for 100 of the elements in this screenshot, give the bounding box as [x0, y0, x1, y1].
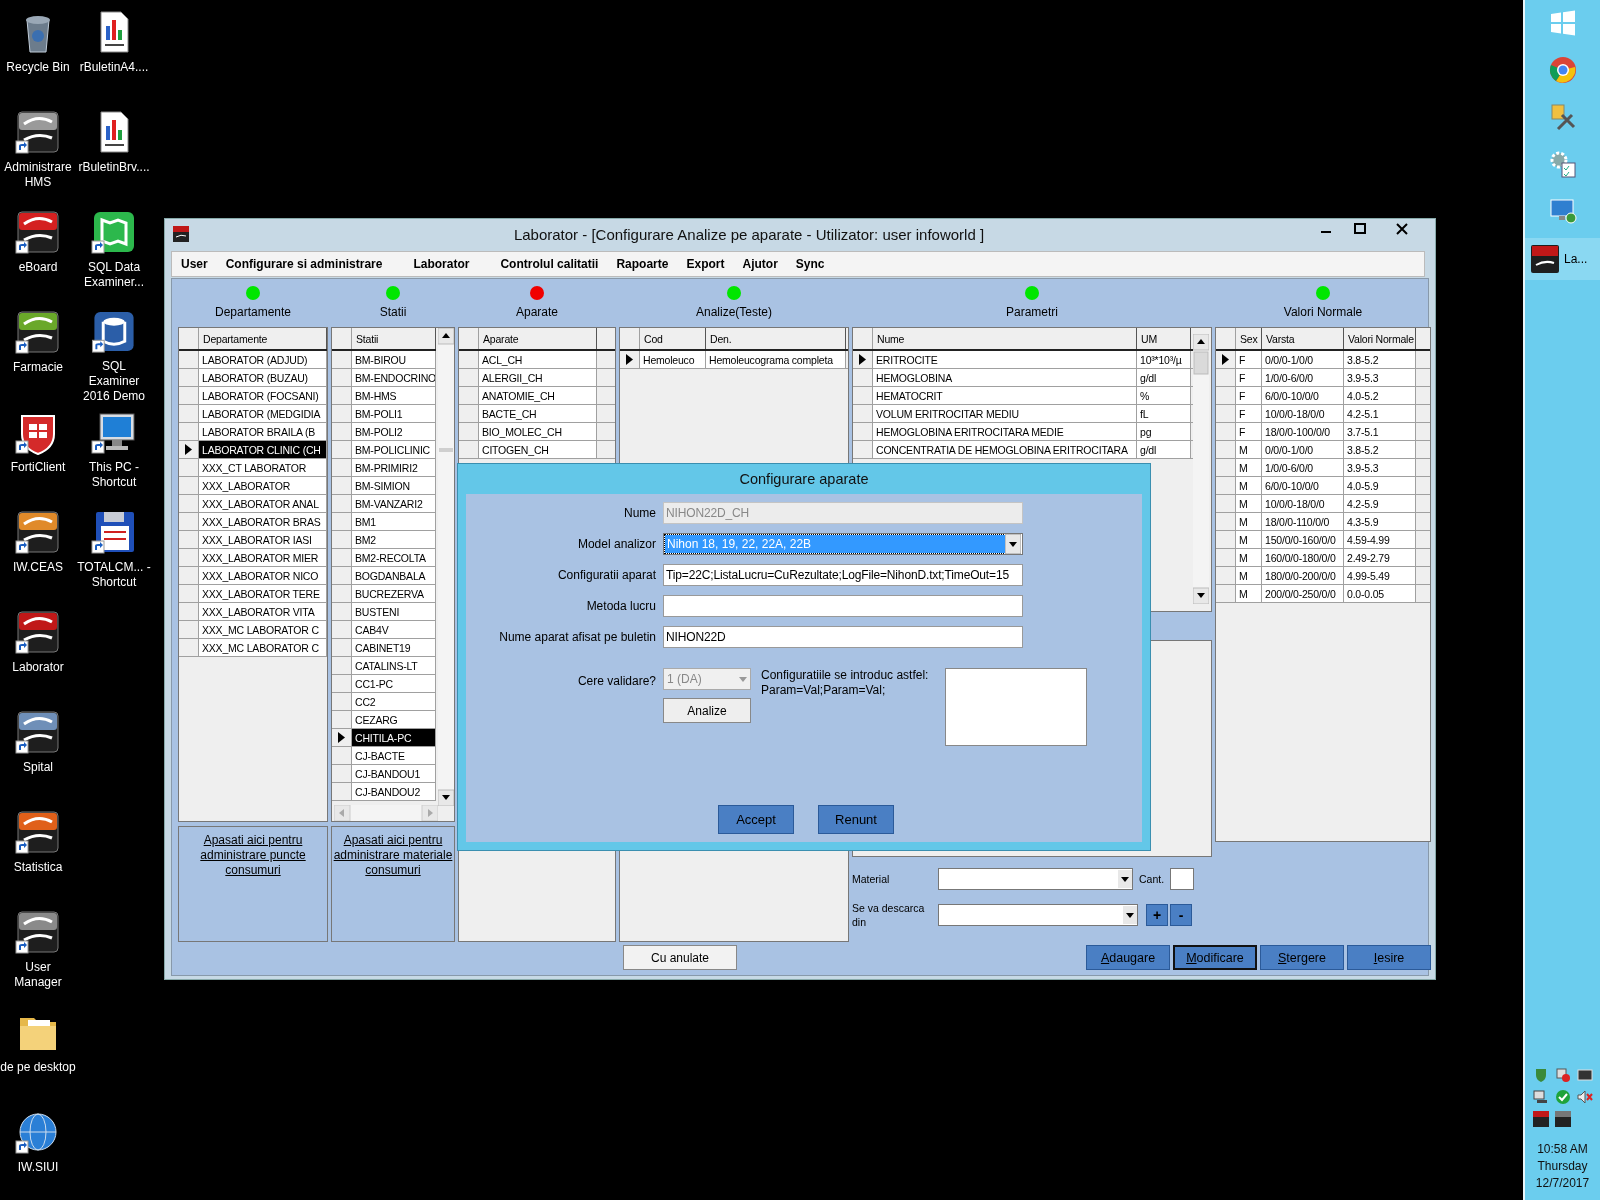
section-label: Valori Normale: [1283, 305, 1363, 319]
icon-label[interactable]: rBuletinA4....: [76, 60, 152, 75]
cu-anulate-button[interactable]: Cu anulate: [623, 945, 737, 970]
check-icon[interactable]: [1554, 1089, 1571, 1105]
table-cell: XXX_CT LABORATOR: [199, 459, 327, 476]
vertical-scrollbar[interactable]: [1193, 334, 1209, 604]
menu-item[interactable]: Ajutor: [733, 257, 787, 271]
row-pointer-icon: [859, 354, 866, 365]
action-button[interactable]: Iesire: [1347, 945, 1431, 970]
section-label: Statii: [379, 305, 407, 319]
table-cell: XXX_LABORATOR TERE: [199, 585, 327, 602]
app-logo-icon[interactable]: [14, 808, 62, 856]
field-label: Model analizor: [576, 537, 656, 551]
icon-label[interactable]: Farmacie: [0, 360, 76, 375]
table-cell: 6/0/0-10/0/0: [1262, 477, 1344, 494]
icon-label[interactable]: SQL Data Examiner...: [76, 260, 152, 290]
table-cell: CJ-BANDOU2: [352, 783, 436, 800]
source-dropdown[interactable]: [938, 904, 1138, 926]
icon-label[interactable]: Spital: [0, 760, 76, 775]
table-cell: XXX_LABORATOR ANAL: [199, 495, 327, 512]
dialog-button[interactable]: Renunt: [818, 805, 894, 834]
administration-link[interactable]: Apasati aici pentru administrare puncte consumuri: [179, 833, 327, 878]
icon-label[interactable]: Statistica: [0, 860, 76, 875]
menu-item[interactable]: Export: [677, 257, 734, 271]
clock-day[interactable]: Thursday: [1537, 1158, 1588, 1175]
icon-label[interactable]: User Manager: [0, 960, 76, 990]
table-cell: F: [1236, 351, 1262, 368]
menu-item[interactable]: Laborator: [404, 257, 492, 271]
table-cell: HEMATOCRIT: [873, 387, 1137, 404]
icon-label[interactable]: TOTALCM... - Shortcut: [76, 560, 152, 590]
app-logo-icon[interactable]: [14, 308, 62, 356]
quantity-field[interactable]: [1170, 868, 1195, 890]
window-title: Laborator - [Configurare Analize pe aparate - Utilizator: user infoworld ]: [512, 225, 986, 243]
table-cell: BM-SIMION: [352, 477, 436, 494]
taskbar-app-button[interactable]: La...: [1525, 238, 1600, 280]
action-button[interactable]: Modificare: [1173, 945, 1257, 970]
icon-label[interactable]: FortiClient: [0, 460, 76, 475]
horizontal-scrollbar[interactable]: [334, 805, 438, 821]
icon-label[interactable]: eBoard: [0, 260, 76, 275]
icon-label[interactable]: Recycle Bin: [0, 60, 76, 75]
administration-link[interactable]: Apasati aici pentru administrare materiale consumuri: [332, 833, 454, 878]
vertical-scrollbar[interactable]: [438, 328, 454, 806]
field-label: Cere validare?: [576, 674, 656, 688]
input-field[interactable]: [663, 595, 1023, 617]
monitor-tray-icon[interactable]: [1576, 1067, 1593, 1083]
table-cell: 0.0-0.05: [1344, 585, 1416, 602]
table-cell: CC2: [352, 693, 436, 710]
menu-item[interactable]: Controlul calitatii: [491, 257, 608, 271]
table-cell: 6/0/0-10/0/0: [1262, 387, 1344, 404]
table-cell: CJ-BACTE: [352, 747, 436, 764]
monitor-icon[interactable]: [1547, 196, 1578, 226]
material-dropdown[interactable]: [938, 868, 1133, 890]
icon-label[interactable]: Laborator: [0, 660, 76, 675]
menu-item[interactable]: Configurare si administrare: [216, 257, 405, 271]
text-area[interactable]: [945, 668, 1087, 746]
icon-label[interactable]: IW.SIUI: [0, 1160, 76, 1175]
table-cell: 4.59-4.99: [1344, 531, 1416, 548]
row-pointer-icon: [1222, 354, 1229, 365]
table-cell: LABORATOR (MEDGIDIA: [199, 405, 327, 422]
add-button[interactable]: +: [1146, 904, 1168, 926]
table-cell: 4.3-5.9: [1344, 513, 1416, 530]
clock-date[interactable]: 12/7/2017: [1535, 1175, 1590, 1192]
table-cell: pg: [1137, 423, 1191, 440]
table-cell: CITOGEN_CH: [479, 441, 597, 458]
analize-button[interactable]: Analize: [663, 698, 751, 723]
error-network-icon[interactable]: [1554, 1067, 1571, 1083]
input-field[interactable]: NIHON22D: [663, 626, 1023, 648]
app-logo-icon[interactable]: [14, 508, 62, 556]
network-icon[interactable]: [1532, 1089, 1549, 1105]
table-cell: ANATOMIE_CH: [479, 387, 597, 404]
table-cell: LABORATOR (BUZAU): [199, 369, 327, 386]
table-cell: CONCENTRATIA DE HEMOGLOBINA ERITROCITARA: [873, 441, 1137, 458]
action-button[interactable]: Adaugare: [1086, 945, 1170, 970]
app-logo-icon[interactable]: [1554, 1111, 1571, 1127]
app-logo-icon[interactable]: [14, 908, 62, 956]
app-logo-icon[interactable]: [14, 208, 62, 256]
icon-label[interactable]: Administrare HMS: [0, 160, 76, 190]
menu-item[interactable]: Rapoarte: [607, 257, 678, 271]
field-label: Nume aparat afisat pe buletin: [498, 630, 656, 644]
dialog-button[interactable]: Accept: [718, 805, 794, 834]
action-button[interactable]: Stergere: [1260, 945, 1344, 970]
remove-button[interactable]: -: [1170, 904, 1192, 926]
table-cell: BUSTENI: [352, 603, 436, 620]
table-cell: XXX_MC LABORATOR C: [199, 621, 327, 638]
clock-time[interactable]: 10:58 AM: [1537, 1141, 1588, 1158]
icon-label[interactable]: IW.CEAS: [0, 560, 76, 575]
menu-item[interactable]: Sync: [786, 257, 834, 271]
app-logo-icon[interactable]: [14, 708, 62, 756]
round-logo-icon[interactable]: [1547, 55, 1578, 85]
app-logo-icon[interactable]: [14, 608, 62, 656]
menu-item[interactable]: User: [172, 257, 217, 271]
icon-label[interactable]: de pe desktop: [0, 1060, 76, 1075]
app-logo-icon[interactable]: [1532, 1111, 1549, 1127]
icon-label[interactable]: rBuletinBrv....: [76, 160, 152, 175]
table-cell: BM-PRIMIRI2: [352, 459, 436, 476]
input-field[interactable]: Tip=22C;ListaLucru=CuRezultate;LogFile=NihonD.txt;TimeOut=15: [663, 564, 1023, 586]
icon-label[interactable]: This PC - Shortcut: [76, 460, 152, 490]
app-logo-icon[interactable]: [14, 108, 62, 156]
icon-label[interactable]: SQL Examiner 2016 Demo: [76, 359, 152, 404]
speaker-muted-icon[interactable]: [1576, 1089, 1593, 1105]
